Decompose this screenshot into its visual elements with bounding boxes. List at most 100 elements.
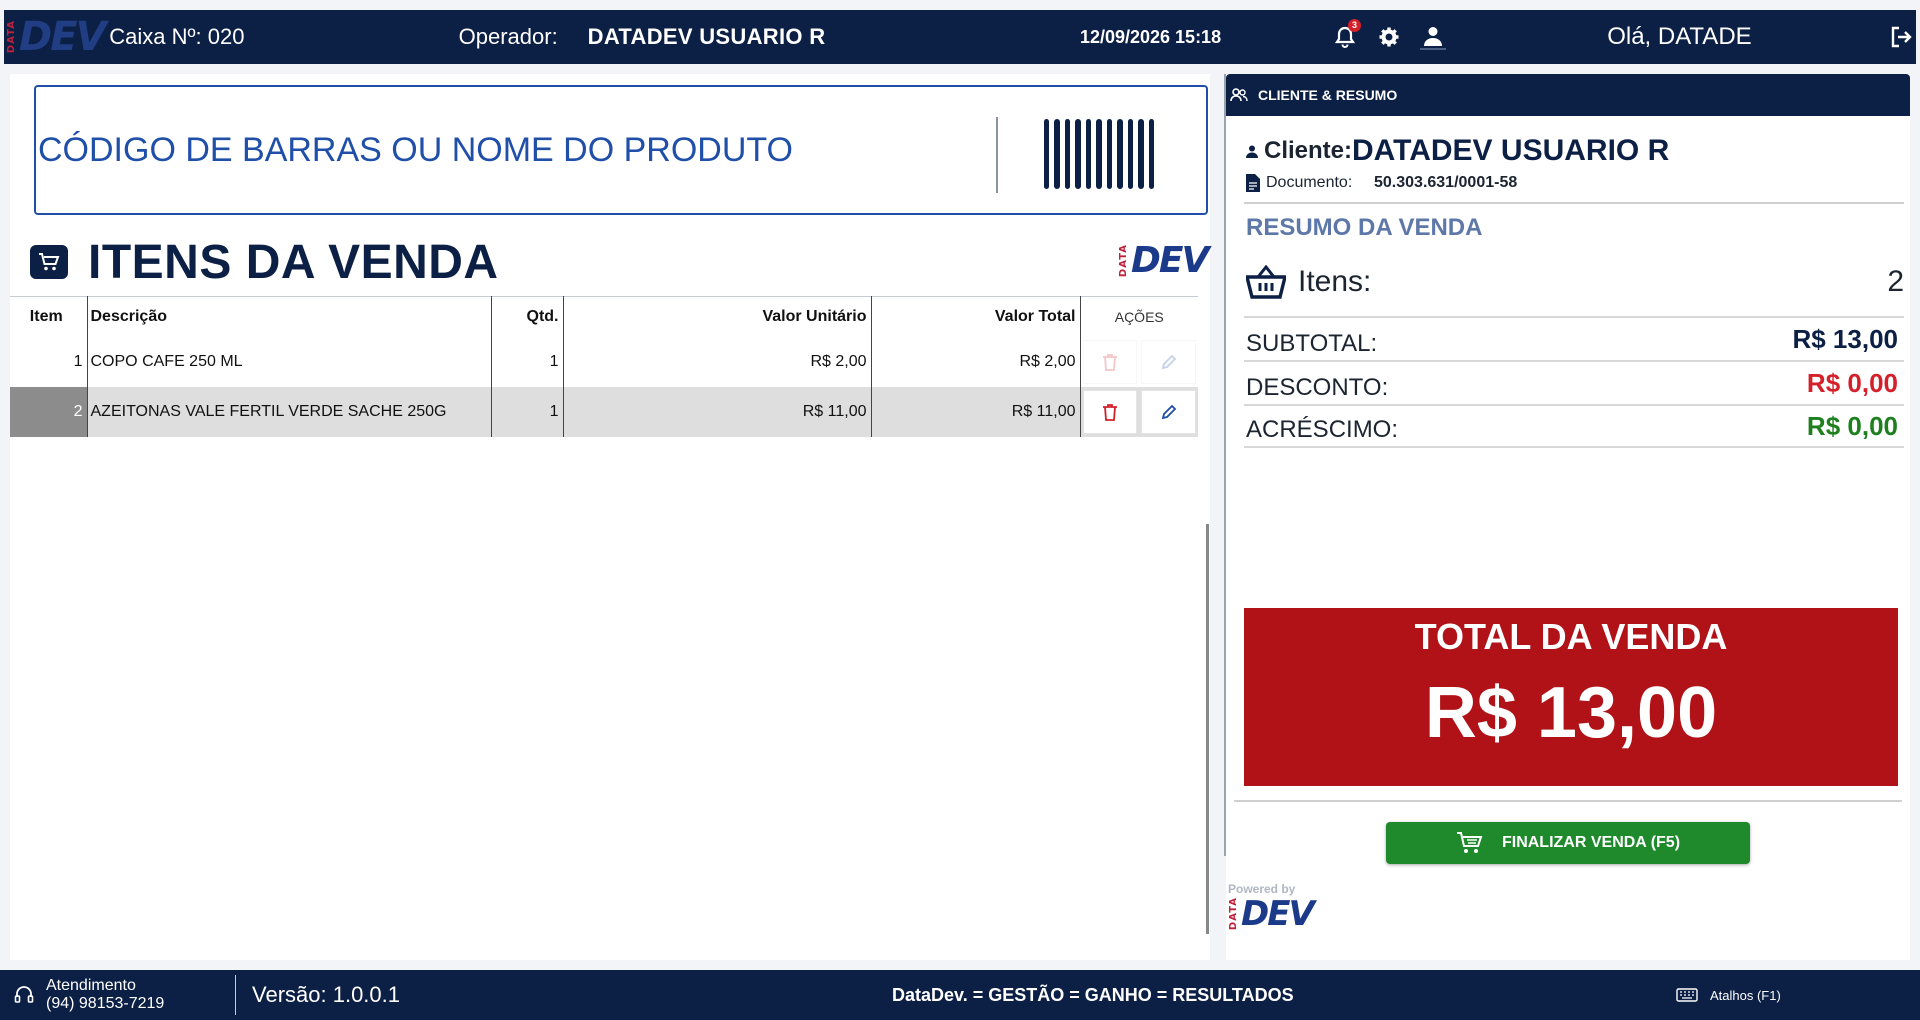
user-icon [1424,27,1443,46]
table-header-row: Item Descrição Qtd. Valor Unitário Valor… [10,296,1198,337]
row-quantity: 1 [491,386,564,437]
document-row: Documento: 50.303.631/0001-58 [1246,174,1910,192]
notification-badge: 3 [1348,19,1362,32]
surcharge-value: R$ 0,00 [1806,410,1898,441]
support-phone: (94) 98153-7219 [46,995,165,1012]
document-icon [1246,174,1260,192]
edit-item-button[interactable] [1141,339,1196,384]
trash-icon [1102,353,1117,371]
sale-summary-title: RESUMO DA VENDA [1246,214,1483,241]
col-description: Descrição [87,296,492,337]
surcharge-row: ACRÉSCIMO: R$ 0,00 [1244,404,1904,448]
greeting: Olá, DATADE [1607,23,1752,50]
barcode-icon[interactable] [1044,119,1154,189]
cart-icon [1456,832,1483,853]
delete-item-button[interactable] [1082,389,1138,434]
user-button[interactable] [1420,24,1447,50]
basket-icon [1246,265,1286,299]
sale-total-value: R$ 13,00 [1424,673,1718,753]
row-item-number: 1 [10,336,88,387]
top-bar: DATA DEV Caixa Nº: 020 Operador: DATADEV… [0,0,1920,64]
surcharge-label: ACRÉSCIMO: [1246,416,1399,443]
delete-item-button[interactable] [1082,339,1138,384]
users-icon [1230,88,1248,102]
col-actions: AÇÕES [1080,296,1198,337]
row-unit-price: R$ 2,00 [563,336,872,387]
search-divider [996,117,998,193]
items-count-row: Itens: 2 [1246,260,1904,304]
powered-by: Powered by DATA DEV [1228,882,1315,934]
logout-button[interactable] [1886,22,1916,52]
col-unit-price: Valor Unitário [563,296,872,337]
cart-icon [30,245,68,279]
sale-total-label: TOTAL DA VENDA [1414,616,1728,657]
support-contact: Atendimento (94) 98153-7219 [14,975,236,1015]
table-row[interactable]: 1 COPO CAFE 250 ML 1 R$ 2,00 R$ 2,00 [10,336,1198,387]
row-total-price: R$ 11,00 [871,386,1081,437]
logo-data-text: DATA [6,20,17,54]
panel-divider [1224,74,1226,856]
row-actions [1080,386,1198,437]
logo-data-text: DATA [1118,243,1129,278]
items-table: Item Descrição Qtd. Valor Unitário Valor… [10,296,1198,437]
row-unit-price: R$ 11,00 [563,386,872,437]
headset-icon [14,986,34,1003]
document-value: 50.303.631/0001-58 [1374,174,1518,191]
col-quantity: Qtd. [491,296,564,337]
subtotal-label: SUBTOTAL: [1246,330,1378,357]
edit-item-button[interactable] [1141,389,1196,434]
separator [1234,800,1902,802]
logo-dev-text: DEV [1241,894,1315,934]
subtotal-row: SUBTOTAL: R$ 13,00 [1244,316,1904,360]
person-icon [1246,145,1258,158]
table-row-selected[interactable]: 2 AZEITONAS VALE FERTIL VERDE SACHE 250G… [10,386,1198,437]
header-icons: 3 [1332,19,1521,50]
operator-label: Operador: [458,24,558,49]
client-row: Cliente: DATADEV USUARIO R [1246,134,1910,168]
logo-dev-text: DEV [19,14,106,60]
app-version: Versão: 1.0.0.1 [252,982,400,1007]
row-description: AZEITONAS VALE FERTIL VERDE SACHE 250G [87,386,492,437]
pencil-icon [1161,354,1176,369]
items-count-value: 2 [1887,265,1904,298]
row-actions [1080,337,1198,387]
operator-name: DATADEV USUARIO R [587,24,826,49]
shortcuts-label: Atalhos (F1) [1710,987,1781,1003]
items-scrollbar[interactable] [1206,524,1209,934]
items-title: ITENS DA VENDA [88,235,499,289]
client-label: Cliente: [1264,137,1353,164]
discount-row: DESCONTO: R$ 0,00 [1244,360,1904,404]
subtotal-value: R$ 13,00 [1792,323,1898,354]
logo-dev-text: DEV [1131,240,1209,281]
product-search-box [34,85,1208,215]
gear-icon [1379,27,1399,47]
separator [1244,202,1904,204]
product-search-input[interactable] [36,130,976,170]
finalize-sale-button[interactable]: FINALIZAR VENDA (F5) [1386,822,1750,864]
settings-button[interactable] [1376,24,1402,50]
keyboard-icon [1676,988,1698,1002]
finalize-sale-label: FINALIZAR VENDA (F5) [1501,834,1681,851]
datadev-logo: DATA DEV [6,14,106,60]
document-label: Documento: [1266,174,1353,191]
items-count-label: Itens: [1298,265,1372,298]
col-total-price: Valor Total [871,296,1081,337]
discount-value: R$ 0,00 [1806,367,1898,398]
sale-total-box: TOTAL DA VENDA R$ 13,00 [1244,608,1898,786]
shortcuts-button[interactable]: Atalhos (F1) [1676,988,1781,1003]
pencil-icon [1161,404,1176,419]
datetime: 12/09/2026 15:18 [1079,26,1222,47]
logo-data-text: DATA [1228,897,1239,931]
notifications-button[interactable]: 3 [1332,19,1362,50]
support-label: Atendimento [46,977,136,994]
summary-panel: CLIENTE & RESUMO Cliente: DATADEV USUARI… [1224,74,1910,960]
footer: Atendimento (94) 98153-7219 Versão: 1.0.… [0,970,1920,1020]
logout-icon [1891,26,1912,48]
sale-items-panel: ITENS DA VENDA DATA DEV Item Descrição Q… [10,74,1210,960]
summary-header: CLIENTE & RESUMO [1226,74,1910,116]
slogan: DataDev. = GESTÃO = GANHO = RESULTADOS [892,984,1294,1005]
client-name: DATADEV USUARIO R [1352,134,1670,167]
items-section-title: ITENS DA VENDA [30,234,499,290]
discount-label: DESCONTO: [1246,374,1389,401]
col-item: Item [10,296,88,337]
